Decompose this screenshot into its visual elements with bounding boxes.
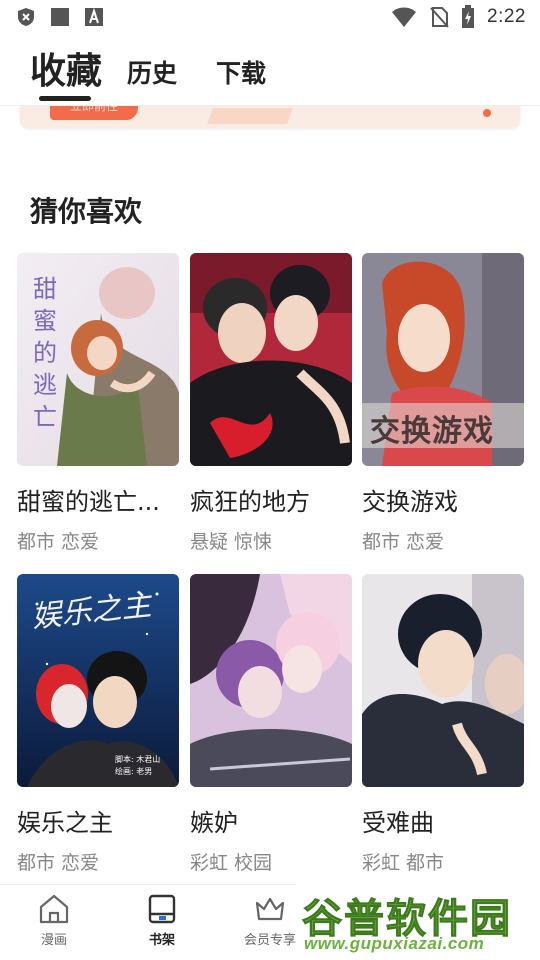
comic-card[interactable]: 嫉妒 彩虹 校园 [190,574,352,875]
nav-comics[interactable]: 漫画 [14,893,94,948]
square-icon [51,8,69,26]
comic-tags: 悬疑 惊悚 [190,531,273,553]
comic-tags: 都市 恋爱 [17,852,100,874]
comic-tags: 彩虹 校园 [190,852,273,874]
no-sim-icon [430,7,449,28]
comic-cover[interactable]: 交换游戏 [362,253,524,466]
tab-downloads[interactable]: 下载 [216,54,266,90]
nav-bookshelf-label: 书架 [148,933,175,948]
banner-dot [483,109,491,117]
nav-comics-label: 漫画 [40,933,67,948]
vip-crown-icon [255,897,285,921]
watermark-url: www.gupuxiazai.com [304,934,485,953]
comic-title: 娱乐之主 [17,809,113,837]
status-bar: 2:22 [0,0,540,36]
comic-card[interactable]: 受难曲 彩虹 都市 [362,574,524,875]
status-time: 2:22 [487,6,526,27]
comic-card[interactable]: 娱乐之主 脚本: 木君山 绘画: 老男 娱乐之主 都市 恋爱 [17,574,179,875]
shield-x-icon [18,8,34,26]
tab-history[interactable]: 历史 [127,54,177,90]
recommend-section-title: 猜你喜欢 [30,195,143,228]
comic-title: 受难曲 [362,809,434,837]
comic-card[interactable]: 交换游戏 交换游戏 都市 恋爱 [362,253,524,554]
cover-title-text: 甜蜜的逃亡 [33,275,57,431]
tab-favorites[interactable]: 收藏 [30,42,102,94]
banner-decoration [207,108,293,124]
site-watermark: 谷普软件园 www.gupuxiazai.com [296,884,540,960]
comic-cover[interactable] [190,574,352,787]
comic-title: 甜蜜的逃亡... [17,488,160,516]
wifi-icon [392,7,417,27]
comic-title: 交换游戏 [362,488,458,516]
cover-credit-script: 脚本: 木君山 [115,755,161,764]
comic-cover[interactable] [362,574,524,787]
cover-credit-art: 绘画: 老男 [115,767,153,776]
home-icon [39,894,69,924]
comic-title: 疯狂的地方 [190,488,310,516]
comic-card[interactable]: 甜蜜的逃亡 甜蜜的逃亡... 都市 恋爱 [17,253,179,554]
nav-bookshelf[interactable]: 书架 [122,893,202,948]
cover-title-text: 交换游戏 [370,414,494,449]
bookshelf-icon [148,894,176,924]
battery-charging-icon [462,5,475,28]
comic-tags: 都市 恋爱 [17,531,100,553]
a-box-icon [85,7,103,26]
comic-tags: 都市 恋爱 [362,531,445,553]
active-tab-indicator [39,96,91,101]
comic-title: 嫉妒 [190,809,238,837]
comic-cover[interactable]: 娱乐之主 脚本: 木君山 绘画: 老男 [17,574,179,787]
comic-cover[interactable] [190,253,352,466]
shelf-tabs-header: 收藏 历史 下载 [0,36,540,106]
comic-tags: 彩虹 都市 [362,852,445,874]
comic-cover[interactable]: 甜蜜的逃亡 [17,253,179,466]
comic-card[interactable]: 疯狂的地方 悬疑 惊悚 [190,253,352,554]
